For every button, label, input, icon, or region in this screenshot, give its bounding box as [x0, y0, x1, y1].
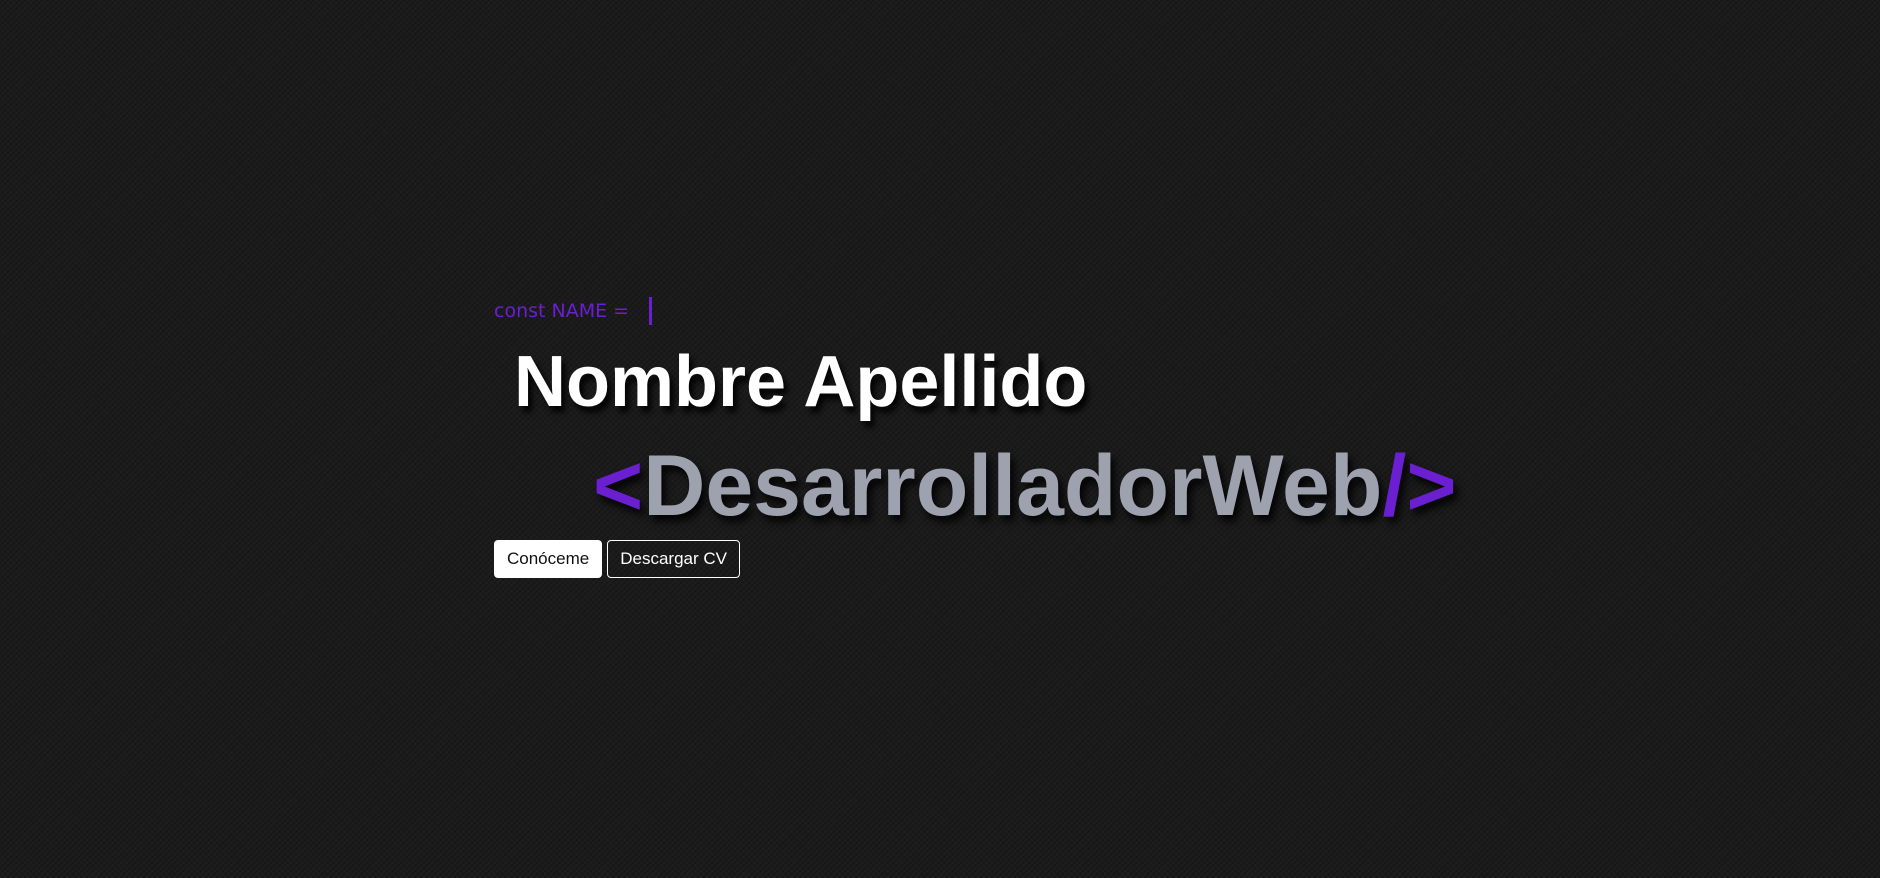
hero-buttons: Conóceme Descargar CV — [494, 540, 1494, 578]
const-line: const NAME = — [494, 296, 1494, 326]
const-label: const NAME = — [494, 300, 630, 322]
role-close-bracket: /> — [1382, 438, 1457, 534]
download-cv-button[interactable]: Descargar CV — [607, 540, 740, 578]
hero-role: <DesarrolladorWeb/> — [593, 438, 1494, 534]
role-open-bracket: < — [593, 438, 644, 534]
typing-caret — [649, 297, 653, 325]
about-me-button[interactable]: Conóceme — [494, 540, 603, 578]
hero-name: Nombre Apellido — [514, 342, 1088, 422]
role-text: DesarrolladorWeb — [643, 438, 1383, 534]
hero-section: const NAME = Nombre Apellido <Desarrolla… — [494, 296, 1494, 578]
